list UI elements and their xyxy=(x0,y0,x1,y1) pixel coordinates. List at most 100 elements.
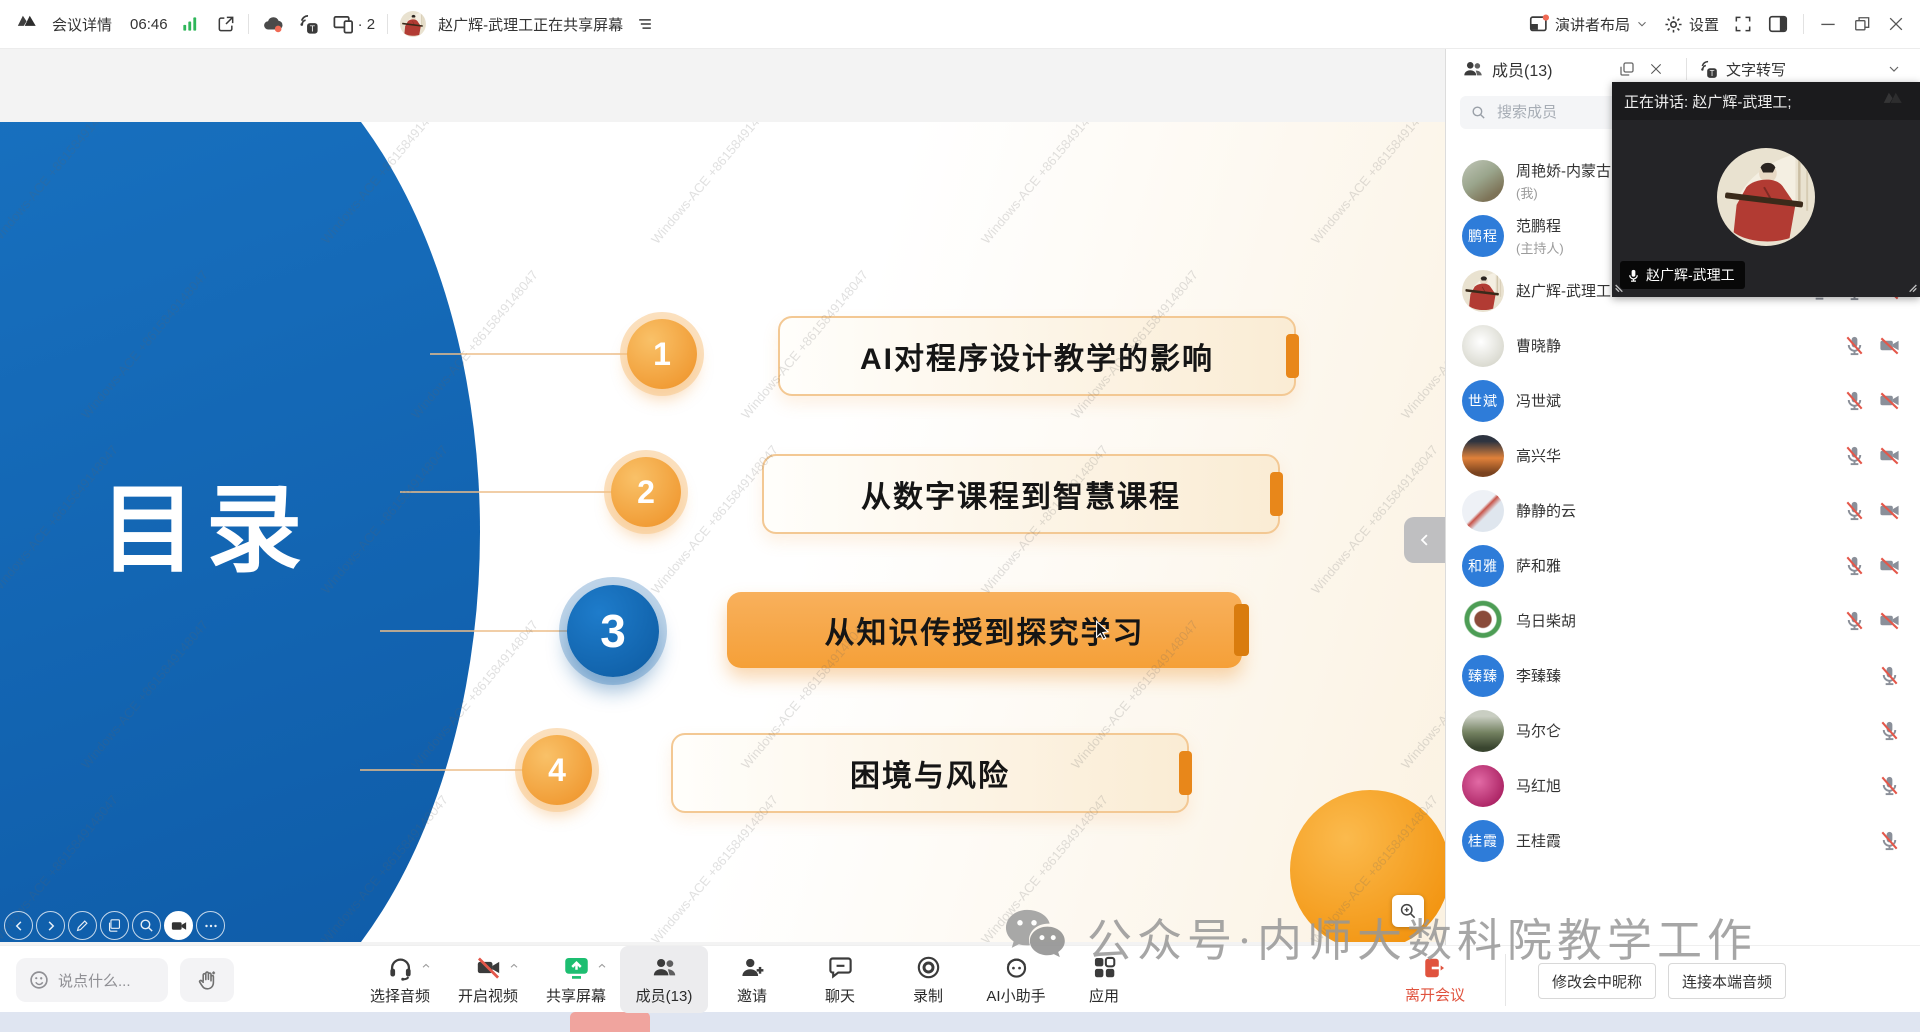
zoom-in-button[interactable] xyxy=(1392,895,1424,927)
member-row[interactable]: 静静的云 xyxy=(1446,483,1920,538)
more-tools-button[interactable] xyxy=(196,911,225,940)
member-avatar: 鹏程 xyxy=(1462,215,1504,257)
divider xyxy=(1803,14,1804,34)
mic-muted-icon[interactable] xyxy=(1878,774,1901,797)
fullscreen-icon[interactable] xyxy=(1733,14,1753,34)
transcription-tab[interactable]: 文字转写 xyxy=(1726,59,1786,80)
member-row[interactable]: 臻臻李臻臻 xyxy=(1446,648,1920,703)
agenda-item-tab xyxy=(1270,472,1283,516)
interpretation-icon[interactable]: T xyxy=(297,13,320,36)
mic-muted-icon[interactable] xyxy=(1843,499,1866,522)
agenda-item[interactable]: 困境与风险 xyxy=(671,733,1189,813)
member-row[interactable]: 马尔仑 xyxy=(1446,703,1920,758)
member-role: (主持人) xyxy=(1516,238,1564,257)
cam-off-icon[interactable] xyxy=(1878,444,1901,467)
close-button[interactable] xyxy=(1886,14,1906,34)
multi-screen-indicator[interactable]: · 2 xyxy=(332,13,376,36)
camera-control-button[interactable] xyxy=(164,911,193,940)
member-name: 冯世斌 xyxy=(1516,390,1561,411)
resize-grip-icon[interactable] xyxy=(1898,275,1918,295)
popout-panel-icon[interactable] xyxy=(1618,60,1636,78)
invite-icon xyxy=(739,954,766,981)
member-row[interactable]: 桂霞王桂霞 xyxy=(1446,813,1920,868)
pen-tool-button[interactable] xyxy=(68,911,97,940)
resize-grip-icon[interactable] xyxy=(1614,275,1634,295)
member-avatar: 桂霞 xyxy=(1462,820,1504,862)
meeting-details-button[interactable]: 会议详情 xyxy=(52,14,112,35)
speaker-video-overlay[interactable]: 正在讲话: 赵广辉-武理工; 赵广辉-武理工 xyxy=(1612,82,1920,297)
member-avatar: 臻臻 xyxy=(1462,655,1504,697)
toolbar-headset-button[interactable]: 选择音频 xyxy=(356,946,444,1013)
cam-off-icon[interactable] xyxy=(1878,554,1901,577)
cam-off-icon[interactable] xyxy=(1878,389,1901,412)
toolbar-ai-button[interactable]: AI小助手 xyxy=(972,946,1060,1013)
toolbar-camera-off-button[interactable]: 开启视频 xyxy=(444,946,532,1013)
layout-selector[interactable]: 演讲者布局 xyxy=(1528,13,1649,35)
member-name: 曹晓静 xyxy=(1516,335,1561,356)
member-row[interactable]: 马红旭 xyxy=(1446,758,1920,813)
member-row[interactable]: 高兴华 xyxy=(1446,428,1920,483)
agenda-item-number: 3 xyxy=(567,585,659,677)
member-name: 乌日柴胡 xyxy=(1516,610,1576,631)
cam-off-icon[interactable] xyxy=(1878,609,1901,632)
presentation-slide: 目录 1AI对程序设计教学的影响2从数字课程到智慧课程3从知识传授到探究学习4困… xyxy=(0,122,1445,942)
agenda-item[interactable]: 从知识传授到探究学习 xyxy=(727,592,1242,668)
side-panel-toggle-icon[interactable] xyxy=(1767,13,1789,35)
toolbar-invite-button[interactable]: 邀请 xyxy=(708,946,796,1013)
leave-label: 离开会议 xyxy=(1405,984,1465,1005)
member-name: 王桂霞 xyxy=(1516,830,1561,851)
quick-chat-input[interactable]: 说点什么... xyxy=(16,958,168,1002)
member-name: 范鹏程 xyxy=(1516,215,1564,236)
minimize-button[interactable] xyxy=(1818,14,1838,34)
cam-off-icon[interactable] xyxy=(1878,334,1901,357)
caret-up-icon[interactable] xyxy=(420,960,432,972)
network-signal-icon xyxy=(180,14,200,34)
share-signal-icon xyxy=(635,14,655,34)
restore-button[interactable] xyxy=(1852,14,1872,34)
mic-muted-icon[interactable] xyxy=(1878,719,1901,742)
next-slide-button[interactable] xyxy=(36,911,65,940)
mic-muted-icon[interactable] xyxy=(1843,334,1866,357)
settings-button[interactable]: 设置 xyxy=(1663,14,1719,35)
agenda-item[interactable]: AI对程序设计教学的影响 xyxy=(778,316,1296,396)
chat-placeholder: 说点什么... xyxy=(58,970,131,991)
taskbar-item[interactable] xyxy=(570,1012,650,1032)
cloud-record-icon[interactable] xyxy=(261,13,285,35)
connect-audio-button[interactable]: 连接本端音频 xyxy=(1668,963,1786,999)
mic-muted-icon[interactable] xyxy=(1843,444,1866,467)
magnifier-button[interactable] xyxy=(132,911,161,940)
leave-meeting-button[interactable]: 离开会议 xyxy=(1380,946,1490,1013)
member-row[interactable]: 世斌冯世斌 xyxy=(1446,373,1920,428)
raise-hand-button[interactable] xyxy=(180,958,234,1002)
toolbar-members-button[interactable]: 成员(13) xyxy=(620,946,708,1013)
caret-up-icon[interactable] xyxy=(596,960,608,972)
toolbar-screen-share-button[interactable]: 共享屏幕 xyxy=(532,946,620,1013)
member-row[interactable]: 曹晓静 xyxy=(1446,318,1920,373)
collapse-chevron-icon[interactable] xyxy=(1886,61,1902,77)
agenda-item[interactable]: 从数字课程到智慧课程 xyxy=(762,454,1280,534)
member-row[interactable]: 乌日柴胡 xyxy=(1446,593,1920,648)
member-row[interactable]: 和雅萨和雅 xyxy=(1446,538,1920,593)
speaking-banner-text: 正在讲话: 赵广辉-武理工; xyxy=(1624,91,1792,112)
toolbar-record-button[interactable]: 录制 xyxy=(884,946,972,1013)
record-icon xyxy=(915,954,942,981)
smiley-icon xyxy=(28,969,50,991)
open-external-icon[interactable] xyxy=(216,14,236,34)
close-panel-icon[interactable] xyxy=(1648,61,1664,77)
cam-off-icon[interactable] xyxy=(1878,499,1901,522)
toolbar-apps-button[interactable]: 应用 xyxy=(1060,946,1148,1013)
agenda-item-label: 困境与风险 xyxy=(850,751,1010,795)
panel-collapse-handle[interactable] xyxy=(1404,517,1445,563)
pages-button[interactable] xyxy=(100,911,129,940)
member-avatar: 和雅 xyxy=(1462,545,1504,587)
caret-up-icon[interactable] xyxy=(508,960,520,972)
shared-screen-area: 目录 1AI对程序设计教学的影响2从数字课程到智慧课程3从知识传授到探究学习4困… xyxy=(0,49,1445,945)
prev-slide-button[interactable] xyxy=(4,911,33,940)
mic-muted-icon[interactable] xyxy=(1843,554,1866,577)
mic-muted-icon[interactable] xyxy=(1878,829,1901,852)
toolbar-chat-button[interactable]: 聊天 xyxy=(796,946,884,1013)
mic-muted-icon[interactable] xyxy=(1878,664,1901,687)
rename-button[interactable]: 修改会中昵称 xyxy=(1538,963,1656,999)
mic-muted-icon[interactable] xyxy=(1843,609,1866,632)
mic-muted-icon[interactable] xyxy=(1843,389,1866,412)
